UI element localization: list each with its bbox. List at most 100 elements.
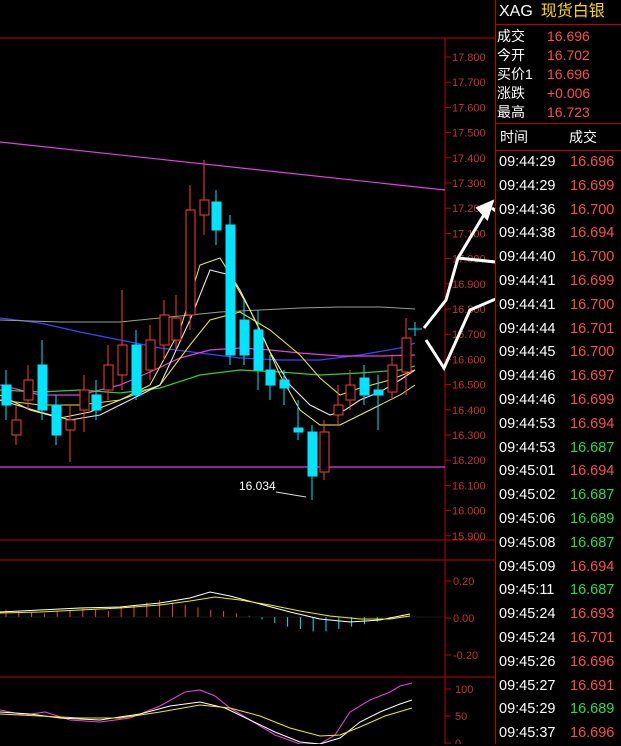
price-tick-label: 16.500	[452, 380, 486, 392]
quote-value: 16.696	[547, 66, 590, 82]
price-tick-label: 16.100	[452, 480, 486, 492]
quote-label: 买价1	[497, 66, 533, 82]
candle-up	[11, 419, 22, 436]
macd-tick-label: -0.20	[453, 650, 478, 662]
candle-up	[387, 364, 398, 393]
kline-chart[interactable]: 17.80017.70017.60017.50017.40017.30017.2…	[0, 0, 495, 744]
tick-price: 16.701	[570, 320, 615, 337]
symbol-header: XAG 现货白银	[496, 0, 621, 25]
tick-price: 16.687	[570, 534, 615, 551]
tick-time: 09:44:40	[499, 249, 556, 266]
tick-price: 16.700	[570, 201, 615, 218]
price-tick-label: 16.000	[452, 506, 486, 518]
quote-row: 涨跌 +0.006	[496, 84, 621, 103]
quote-row: 今开 16.702	[496, 46, 621, 65]
candle-down	[265, 369, 276, 386]
tick-time: 09:45:27	[499, 677, 556, 694]
kdj-tick-label: 100	[455, 684, 473, 696]
tick-price: 16.696	[570, 154, 615, 170]
candle-down	[91, 394, 102, 411]
kdj-d-line	[0, 704, 413, 737]
tick-row: 09:45:29 16.689	[496, 698, 621, 722]
quote-summary: 成交 16.696 今开 16.702 买价1 16.696 涨跌 +0.006 最高 16.72…	[496, 25, 621, 124]
tick-price: 16.697	[570, 368, 615, 385]
tick-time: 09:44:46	[499, 391, 556, 408]
tick-time: 09:44:38	[499, 225, 556, 242]
price-tick-label: 17.300	[452, 178, 486, 190]
ma-line-gray	[0, 306, 416, 323]
candles	[1, 160, 412, 500]
symbol-name: 现货白银	[540, 3, 605, 20]
tick-time: 09:44:53	[499, 415, 556, 432]
quote-value: 16.702	[547, 47, 590, 63]
tick-row: 09:45:37 16.696	[496, 722, 621, 746]
tick-time: 09:44:53	[499, 439, 556, 456]
tick-price: 16.691	[570, 677, 615, 694]
tick-time: 09:44:36	[499, 201, 556, 218]
tick-price: 16.689	[570, 510, 615, 527]
tick-row: 09:45:27 16.691	[496, 675, 621, 699]
kdj-tick-label: 50	[455, 711, 467, 723]
macd-axis: 0.20 0.00 -0.20	[445, 576, 478, 662]
candle-down	[373, 389, 384, 396]
tick-price: 16.700	[570, 344, 615, 361]
price-tick-label: 17.500	[452, 128, 486, 140]
quote-value: 16.696	[547, 28, 590, 44]
tick-list[interactable]: 09:44:29 16.696 09:44:29 16.699 09:44:36 16.7…	[496, 151, 621, 746]
candle-down	[293, 427, 304, 433]
candle-down	[131, 344, 142, 396]
candle-up	[185, 209, 196, 316]
candle-up	[199, 199, 210, 216]
tick-row: 09:44:46 16.697	[496, 365, 621, 389]
tick-time: 09:44:46	[499, 368, 556, 385]
kdj-j-line	[0, 682, 413, 744]
tick-row: 09:44:29 16.699	[496, 175, 621, 199]
price-tick-label: 16.300	[452, 430, 486, 442]
tick-time: 09:45:24	[499, 629, 556, 646]
tick-price: 16.699	[570, 272, 615, 289]
candle-down	[1, 384, 12, 406]
low-annotation-leader	[275, 491, 307, 498]
tick-row: 09:45:26 16.696	[496, 651, 621, 675]
ma-line-blue	[0, 317, 416, 361]
tick-time: 09:44:41	[499, 272, 556, 289]
tick-time: 09:44:41	[499, 296, 556, 313]
tick-row: 09:44:38 16.694	[496, 222, 621, 246]
candle-down	[225, 224, 236, 356]
quote-row: 最高 16.723	[496, 103, 621, 122]
tick-time: 09:44:29	[499, 154, 556, 170]
candle-down	[239, 319, 250, 356]
tick-time: 09:45:26	[499, 653, 556, 670]
candle-up	[159, 314, 170, 346]
candle-up	[103, 364, 114, 391]
tick-price: 16.699	[570, 391, 615, 408]
candle-down	[211, 201, 222, 231]
tick-row: 09:44:45 16.700	[496, 341, 621, 365]
tick-price: 16.694	[570, 558, 615, 575]
candle-down	[37, 364, 48, 411]
tick-price: 16.696	[570, 725, 615, 742]
kdj-tick-label: 0	[455, 738, 461, 744]
quote-value: 16.723	[547, 104, 590, 120]
tick-time: 09:45:02	[499, 487, 556, 504]
macd-histogram	[5, 600, 404, 632]
candle-up	[401, 337, 412, 373]
quote-value: +0.006	[547, 85, 591, 101]
price-tick-label: 17.600	[452, 102, 486, 114]
quote-label: 今开	[497, 47, 525, 63]
tick-price: 16.700	[570, 249, 615, 266]
price-tick-label: 16.400	[452, 405, 486, 417]
candle-up	[23, 379, 34, 401]
tick-row: 09:44:41 16.700	[496, 294, 621, 318]
candle-up	[319, 431, 330, 473]
tick-row: 09:45:09 16.694	[496, 556, 621, 580]
tick-price: 16.687	[570, 487, 615, 504]
quote-panel: XAG 现货白银 成交 16.696 今开 16.702 买价1 16.696 涨跌 +0.00…	[495, 0, 621, 744]
tick-price: 16.693	[570, 606, 615, 623]
tick-row: 09:45:24 16.701	[496, 627, 621, 651]
price-tick-label: 17.700	[452, 77, 486, 89]
tick-row: 09:44:29 16.696	[496, 151, 621, 175]
tick-time: 09:45:09	[499, 558, 556, 575]
candle-up	[345, 384, 356, 401]
tick-time: 09:45:08	[499, 534, 556, 551]
